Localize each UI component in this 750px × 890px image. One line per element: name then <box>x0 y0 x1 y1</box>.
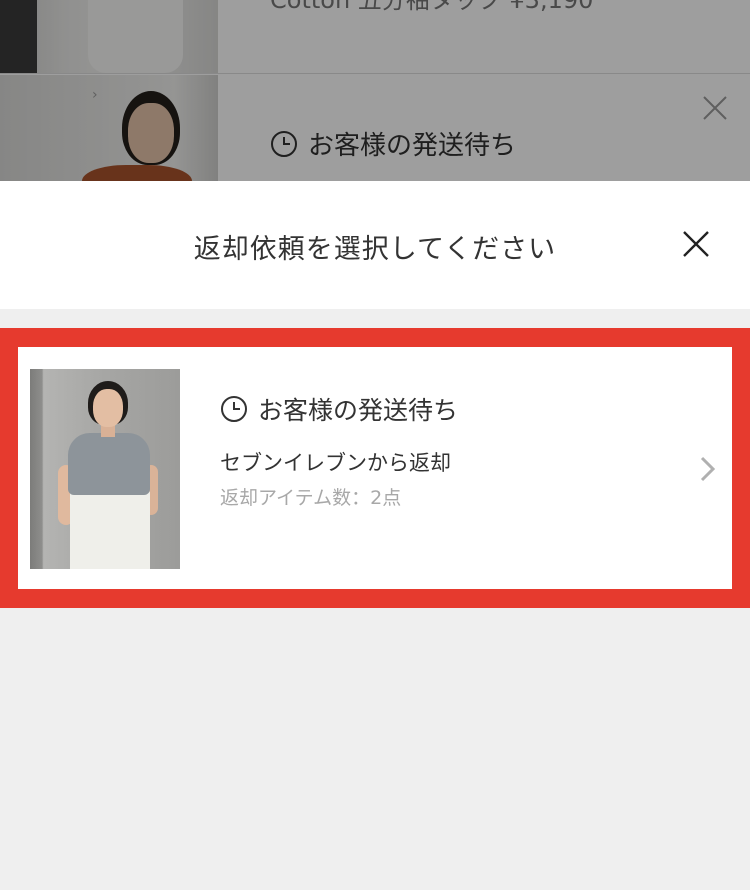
return-status-label: お客様の発送待ち <box>258 396 459 425</box>
sheet-title: 返却依頼を選択してください <box>193 234 557 265</box>
return-item-count: 返却アイテム数：2点 <box>220 487 402 509</box>
close-icon <box>683 231 709 257</box>
return-method: セブンイレブンから返却 <box>220 451 451 475</box>
background-return-list: Cotton 五分袖タック ¥3,190 › お客様の発送待ち <box>0 0 750 181</box>
chevron-right-icon <box>700 456 716 482</box>
sheet-header: 返却依頼を選択してください <box>0 181 750 309</box>
return-request-card[interactable]: お客様の発送待ち セブンイレブンから返却 返却アイテム数：2点 <box>18 347 732 589</box>
sheet-close-button[interactable] <box>670 218 722 270</box>
modal-overlay[interactable] <box>0 0 750 181</box>
clock-icon <box>221 396 247 422</box>
item-thumbnail <box>30 369 180 569</box>
return-status: お客様の発送待ち <box>220 391 458 427</box>
